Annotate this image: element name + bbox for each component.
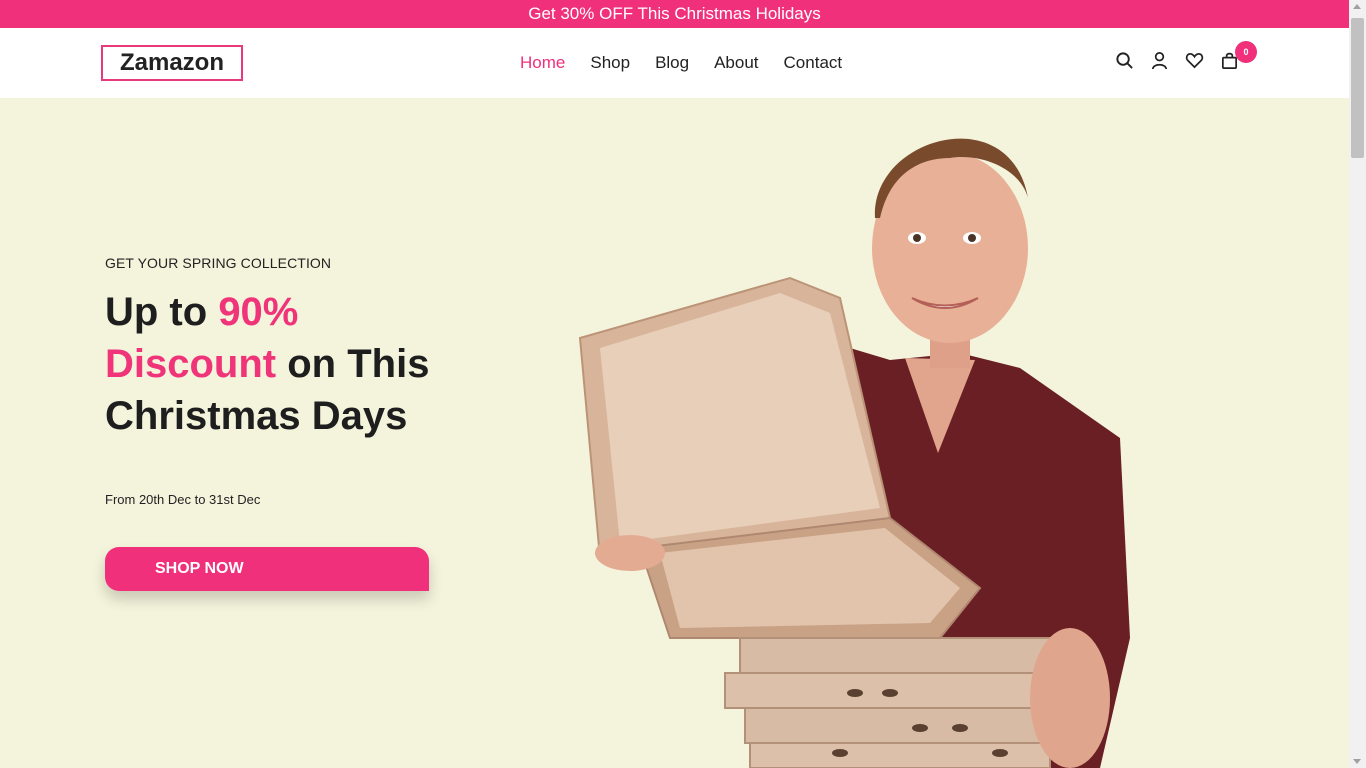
logo[interactable]: Zamazon [101, 45, 243, 81]
page-scrollbar[interactable] [1349, 0, 1366, 768]
promo-bar: Get 30% OFF This Christmas Holidays [0, 0, 1349, 28]
hero-title-part1: Up to [105, 290, 219, 334]
nav-blog[interactable]: Blog [655, 53, 689, 73]
scroll-up-arrow-icon[interactable] [1353, 4, 1361, 9]
site-header: Zamazon Home Shop Blog About Contact [0, 28, 1349, 98]
scroll-thumb[interactable] [1351, 18, 1364, 158]
hero-banner: GET YOUR SPRING COLLECTION Up to 90% Dis… [0, 98, 1349, 768]
nav-about[interactable]: About [714, 53, 758, 73]
nav-shop[interactable]: Shop [590, 53, 630, 73]
heart-icon[interactable] [1182, 48, 1206, 72]
nav-home[interactable]: Home [520, 53, 565, 73]
search-icon[interactable] [1112, 48, 1136, 72]
hero-title-highlight2: Discount [105, 342, 277, 386]
scroll-down-arrow-icon[interactable] [1353, 759, 1361, 764]
user-icon[interactable] [1147, 48, 1171, 72]
hero-title: Up to 90% Discount on This Christmas Day… [105, 286, 485, 442]
main-nav: Home Shop Blog About Contact [520, 28, 867, 98]
hero-kicker: GET YOUR SPRING COLLECTION [105, 255, 332, 271]
shop-now-button[interactable]: SHOP NOW [105, 547, 429, 591]
hero-date: From 20th Dec to 31st Dec [105, 492, 261, 507]
hero-title-highlight1: 90% [218, 290, 299, 334]
cart-count-badge: 0 [1235, 41, 1257, 63]
header-icons [1112, 48, 1252, 72]
promo-text: Get 30% OFF This Christmas Holidays [528, 4, 821, 23]
nav-contact[interactable]: Contact [784, 53, 843, 73]
hero-image [578, 138, 1130, 768]
